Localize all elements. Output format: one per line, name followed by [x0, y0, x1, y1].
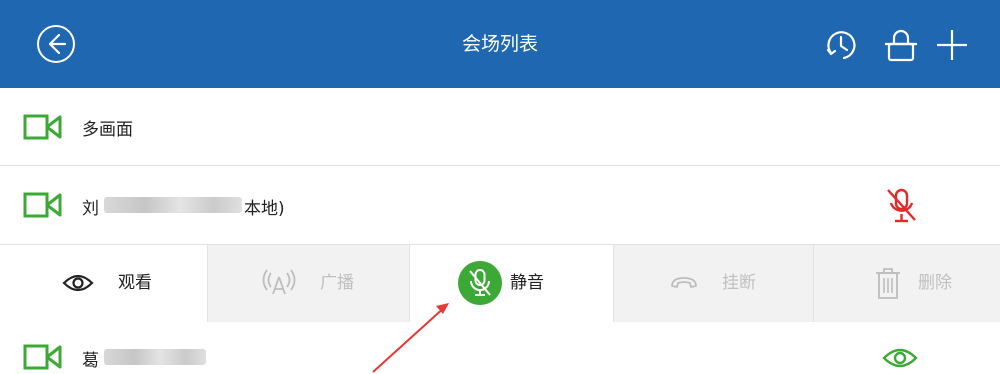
add-icon[interactable] — [933, 26, 971, 64]
list-item-participant[interactable]: 刘 本地) — [0, 166, 1000, 244]
redacted-name — [104, 349, 206, 365]
mute-label: 静音 — [510, 273, 544, 293]
list-item-multiview[interactable]: 多画面 — [0, 88, 1000, 166]
top-bar: 会场列表 — [0, 0, 1000, 88]
participant-name-start: 刘 — [82, 199, 99, 219]
row-label: 多画面 — [82, 120, 133, 140]
delete-label: 删除 — [918, 273, 952, 293]
mic-muted-icon — [458, 261, 502, 305]
video-camera-icon — [23, 114, 62, 140]
hangup-button[interactable]: 挂断 — [614, 245, 814, 322]
broadcast-button[interactable]: 广播 — [208, 245, 410, 322]
lock-icon[interactable] — [882, 26, 920, 64]
trash-icon — [876, 268, 900, 299]
history-clock-icon[interactable] — [822, 26, 860, 64]
participant-name-end: 本地) — [244, 199, 285, 219]
mic-muted-icon[interactable] — [884, 186, 920, 226]
video-camera-icon — [23, 344, 62, 370]
hangup-label: 挂断 — [722, 273, 756, 293]
watch-button[interactable]: 观看 — [0, 245, 208, 322]
list-item-participant[interactable]: 葛 — [0, 322, 1000, 374]
hangup-phone-icon — [671, 277, 697, 288]
delete-button[interactable]: 删除 — [814, 245, 1000, 322]
redacted-name — [104, 197, 242, 213]
eye-icon — [62, 274, 94, 292]
broadcast-label: 广播 — [320, 273, 354, 293]
video-camera-icon — [23, 192, 62, 218]
participant-action-bar: 观看 广播 静音 挂断 删除 — [0, 244, 1000, 323]
broadcast-antenna-icon — [262, 269, 296, 295]
mute-button[interactable]: 静音 — [410, 245, 614, 322]
watch-label: 观看 — [118, 273, 152, 293]
eye-icon[interactable] — [882, 346, 918, 370]
participant-name-start: 葛 — [82, 351, 99, 371]
